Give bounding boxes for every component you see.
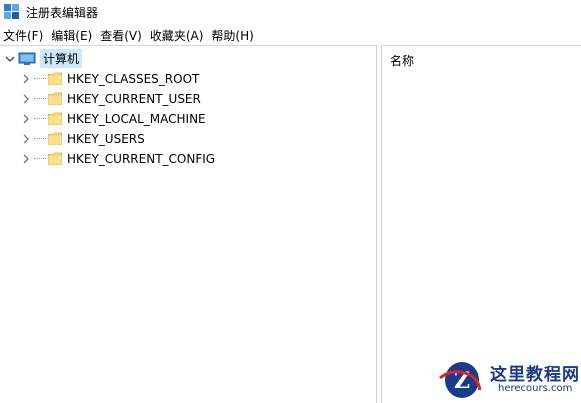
- chevron-right-icon[interactable]: [20, 93, 32, 105]
- window-title: 注册表编辑器: [26, 5, 99, 20]
- chevron-right-icon[interactable]: [20, 133, 32, 145]
- column-header-name[interactable]: 名称: [390, 52, 414, 69]
- menu-favorites[interactable]: 收藏夹(A): [146, 27, 208, 44]
- registry-editor-icon: [4, 4, 20, 20]
- tree-node-computer[interactable]: 计算机: [4, 49, 83, 68]
- watermark-logo-icon: Z: [438, 358, 482, 402]
- menu-bar: 文件(F) 编辑(E) 查看(V) 收藏夹(A) 帮助(H): [0, 26, 258, 44]
- tree-node-hkey-classes-root[interactable]: HKEY_CLASSES_ROOT: [20, 69, 199, 88]
- tree-node-hkey-users[interactable]: HKEY_USERS: [20, 129, 145, 148]
- chevron-down-icon[interactable]: [4, 53, 16, 65]
- watermark-text-cn: 这里教程网: [490, 365, 580, 385]
- menu-help[interactable]: 帮助(H): [207, 27, 257, 44]
- tree-node-hkey-current-config[interactable]: HKEY_CURRENT_CONFIG: [20, 149, 215, 168]
- tree-node-hkey-current-user[interactable]: HKEY_CURRENT_USER: [20, 89, 201, 108]
- watermark: Z 这里教程网 herecours.com: [432, 356, 581, 403]
- folder-icon: [48, 112, 62, 125]
- chevron-right-icon[interactable]: [20, 153, 32, 165]
- menu-view[interactable]: 查看(V): [96, 27, 146, 44]
- menu-file[interactable]: 文件(F): [0, 27, 47, 44]
- tree-pane[interactable]: 计算机 HKEY_CLASSES_ROOT HKEY_CURRENT_USER …: [0, 45, 377, 403]
- folder-icon: [48, 92, 62, 105]
- folder-icon: [48, 72, 62, 85]
- tree-node-hkey-local-machine[interactable]: HKEY_LOCAL_MACHINE: [20, 109, 206, 128]
- folder-icon: [48, 132, 62, 145]
- computer-icon: [18, 52, 36, 66]
- list-pane[interactable]: 名称: [381, 45, 581, 403]
- chevron-right-icon[interactable]: [20, 113, 32, 125]
- title-bar: 注册表编辑器: [0, 0, 581, 24]
- folder-icon: [48, 152, 62, 165]
- watermark-text-en: herecours.com: [498, 383, 573, 394]
- menu-edit[interactable]: 编辑(E): [47, 27, 96, 44]
- tree-node-label: 计算机: [40, 49, 83, 68]
- chevron-right-icon[interactable]: [20, 73, 32, 85]
